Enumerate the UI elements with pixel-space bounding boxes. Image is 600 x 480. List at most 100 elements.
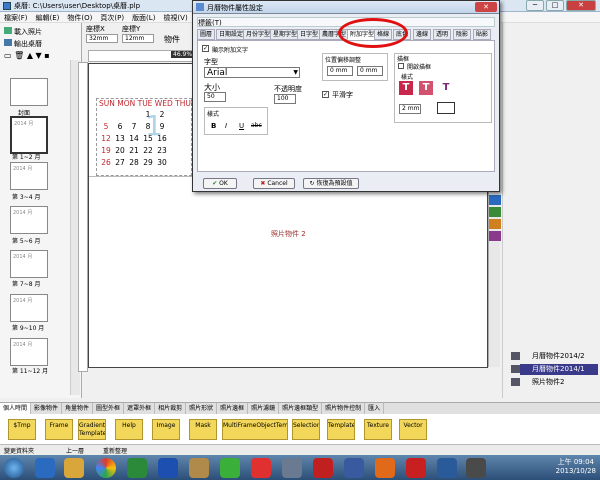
tab-layer[interactable]: 圖層 xyxy=(197,29,216,40)
filezilla-icon[interactable] xyxy=(406,458,426,478)
outline-enable-checkbox[interactable] xyxy=(398,63,404,69)
page-thumb-4[interactable]: 2014 月 xyxy=(10,250,48,278)
tab-resource[interactable]: 照片邊框類型 xyxy=(279,403,323,414)
move-down-icon[interactable]: ▼ xyxy=(36,51,42,60)
tab-border[interactable]: 邊線 xyxy=(413,29,432,40)
folder-icon[interactable]: Mask xyxy=(189,419,217,440)
folder-icon[interactable]: Gradient Template xyxy=(78,419,106,440)
folder-icon[interactable]: Template xyxy=(327,419,355,440)
smooth-checkbox[interactable]: ✓ xyxy=(322,91,329,98)
font-select[interactable]: Arial ▼ xyxy=(204,67,300,78)
move-up-icon[interactable]: ▲ xyxy=(27,51,33,60)
layer-icon[interactable] xyxy=(489,219,501,229)
tab-paste[interactable]: 貼影 xyxy=(473,29,492,40)
tab-resource[interactable]: 照片濾鏡 xyxy=(248,403,280,414)
cancel-button[interactable]: ✖ Cancel xyxy=(253,178,295,189)
app-icon[interactable] xyxy=(251,458,271,478)
pdf-icon[interactable] xyxy=(313,458,333,478)
folder-icon[interactable]: Texture xyxy=(364,419,392,440)
eye-icon[interactable] xyxy=(511,365,520,373)
outline-style-2[interactable]: T xyxy=(419,81,433,95)
italic-button[interactable]: I xyxy=(225,122,227,130)
outline-style-3[interactable]: T xyxy=(439,81,453,95)
folder-icon[interactable]: Selection xyxy=(292,419,320,440)
clock[interactable]: 上午 09:04 2013/10/28 xyxy=(556,458,596,476)
tab-resource[interactable]: 影像物件 xyxy=(31,403,63,414)
chrome-icon[interactable] xyxy=(96,458,116,478)
new-page-icon[interactable]: ▭ xyxy=(4,51,12,60)
tab-transparency[interactable]: 透明 xyxy=(433,29,452,40)
eye-icon[interactable] xyxy=(511,378,520,386)
folder-icon[interactable]: MultiFrameObjectTemplat xyxy=(222,419,288,440)
delete-page-icon[interactable]: 🗑 xyxy=(14,51,24,60)
page-thumb-1[interactable]: 2014 月 xyxy=(10,116,48,154)
close-button[interactable]: ✕ xyxy=(566,0,596,11)
tab-day-font[interactable]: 日字型 xyxy=(297,29,322,40)
load-photos-button[interactable]: 載入照片 xyxy=(0,26,81,38)
media-icon[interactable] xyxy=(127,458,147,478)
strikethrough-button[interactable]: abc xyxy=(251,122,262,129)
offset-y-input[interactable]: 0 mm xyxy=(357,66,383,76)
folder-icon[interactable]: Image xyxy=(152,419,180,440)
calendar-object[interactable]: SUN MON TUE WED THUFR 12 56789 12 13 14 15 1… xyxy=(96,98,200,176)
app-icon[interactable] xyxy=(189,458,209,478)
refresh-button[interactable]: 重新整理 xyxy=(103,446,127,455)
underline-button[interactable]: U xyxy=(239,122,244,130)
tab-resource[interactable]: 匯入 xyxy=(365,403,385,414)
restore-defaults-button[interactable]: ↻ 恢復為預設值 xyxy=(303,178,359,189)
tab-shadow[interactable]: 陰影 xyxy=(453,29,472,40)
offset-x-input[interactable]: 0 mm xyxy=(327,66,353,76)
folder-icon[interactable]: $Tmp xyxy=(8,419,36,440)
tab-week-font[interactable]: 星期字型 xyxy=(270,29,301,40)
tab-resource[interactable]: 個人時間 xyxy=(0,403,32,414)
opacity-input[interactable]: 100 xyxy=(274,94,296,104)
tab-resource[interactable]: 相片裁剪 xyxy=(155,403,187,414)
maximize-button[interactable]: □ xyxy=(546,0,564,11)
folder-icon[interactable]: Help xyxy=(115,419,143,440)
minimize-button[interactable]: ─ xyxy=(526,0,544,11)
ok-button[interactable]: ✔ OK xyxy=(203,178,237,189)
outline-style-1[interactable]: T xyxy=(399,81,413,95)
page-thumb-6[interactable]: 2014 月 xyxy=(10,338,48,366)
explorer-icon[interactable] xyxy=(64,458,84,478)
y-input[interactable]: 12mm xyxy=(122,34,154,43)
start-icon[interactable] xyxy=(4,458,24,478)
show-extra-checkbox[interactable]: ✓ xyxy=(202,45,209,52)
eye-icon[interactable] xyxy=(511,352,520,360)
tab-resource[interactable]: 照片形狀 xyxy=(186,403,218,414)
app-icon[interactable] xyxy=(375,458,395,478)
app-icon[interactable] xyxy=(158,458,178,478)
outline-color-swatch[interactable] xyxy=(437,102,455,114)
layer-item[interactable]: 照片物件2 xyxy=(520,377,598,388)
folder-icon[interactable]: Vector xyxy=(399,419,427,440)
distribute-icon[interactable] xyxy=(489,207,501,217)
tab-resource[interactable]: 照片邊框 xyxy=(217,403,249,414)
export-desktop-button[interactable]: 輸出桌曆 xyxy=(0,38,81,50)
up-level-button[interactable]: 上一層 xyxy=(66,446,84,455)
tab-resource[interactable]: 遮罩外框 xyxy=(124,403,156,414)
app-icon[interactable] xyxy=(437,458,457,478)
outline-width-input[interactable]: 2 mm xyxy=(399,104,421,114)
size-input[interactable]: 50 xyxy=(204,92,226,102)
page-thumb-2[interactable]: 2014 月 xyxy=(10,162,48,190)
page-thumb-cover[interactable] xyxy=(10,78,48,106)
settings-icon[interactable] xyxy=(282,458,302,478)
page-thumb-3[interactable]: 2014 月 xyxy=(10,206,48,234)
ie-icon[interactable] xyxy=(35,458,55,478)
tab-resource[interactable]: 照片物件控制 xyxy=(322,403,366,414)
tab-month-font[interactable]: 月份字型 xyxy=(243,29,274,40)
x-input[interactable]: 32mm xyxy=(86,34,118,43)
app-icon[interactable] xyxy=(220,458,240,478)
change-folder-button[interactable]: 變更資料夾 xyxy=(4,446,34,455)
tab-resource[interactable]: 圖型外框 xyxy=(93,403,125,414)
align-icon[interactable] xyxy=(489,195,501,205)
grid-icon[interactable] xyxy=(489,231,501,241)
folder-icon[interactable]: Frame xyxy=(45,419,73,440)
bold-button[interactable]: B xyxy=(211,122,216,130)
more-icon[interactable]: ▪ xyxy=(44,51,49,60)
layer-item[interactable]: 月曆物件2014/2 xyxy=(520,351,598,362)
page-thumb-5[interactable]: 2014 月 xyxy=(10,294,48,322)
app-icon[interactable] xyxy=(344,458,364,478)
tab-resource[interactable]: 角量物件 xyxy=(62,403,94,414)
layer-item-selected[interactable]: 月曆物件2014/1 xyxy=(520,364,598,375)
